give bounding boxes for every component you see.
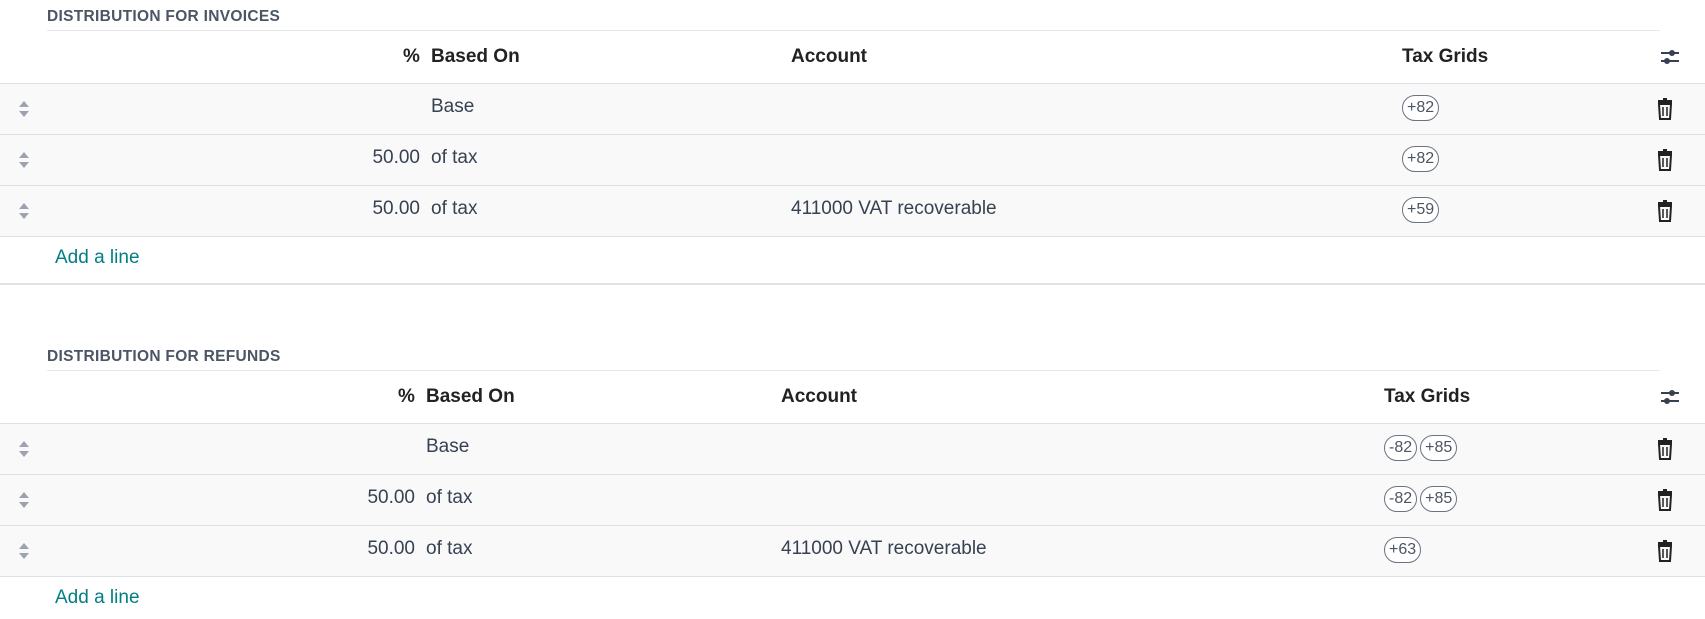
percent-cell[interactable]: 50.00 [275, 538, 415, 560]
header-percent[interactable]: % [403, 46, 420, 68]
tax-grid-tag: +82 [1402, 146, 1440, 172]
header-tax-grids[interactable]: Tax Grids [1384, 386, 1470, 408]
sort-handle-icon[interactable] [17, 540, 31, 562]
header-tax-grids[interactable]: Tax Grids [1402, 46, 1488, 68]
tax-grid-tag: -82 [1384, 486, 1418, 512]
section-bottom-divider [0, 283, 1705, 285]
trash-icon[interactable] [1655, 540, 1675, 562]
based-on-cell[interactable]: of tax [431, 198, 477, 220]
table-row[interactable]: Base -82 +85 [0, 424, 1705, 475]
optional-columns-icon[interactable] [1659, 46, 1681, 68]
header-based-on[interactable]: Based On [431, 46, 520, 68]
table-row[interactable]: 50.00 of tax +82 [0, 135, 1705, 186]
table-row[interactable]: 50.00 of tax 411000 VAT recoverable +59 [0, 186, 1705, 237]
header-percent[interactable]: % [398, 386, 415, 408]
header-account[interactable]: Account [791, 46, 867, 68]
trash-icon[interactable] [1655, 200, 1675, 222]
trash-icon[interactable] [1655, 489, 1675, 511]
tax-grid-tag: +59 [1402, 197, 1440, 223]
percent-cell[interactable]: 50.00 [280, 147, 420, 169]
tax-grids-cell[interactable]: -82 +85 [1384, 486, 1458, 512]
account-cell[interactable]: 411000 VAT recoverable [791, 198, 997, 220]
based-on-cell[interactable]: of tax [426, 538, 472, 560]
tax-grids-cell[interactable]: +63 [1384, 537, 1422, 563]
section-title: DISTRIBUTION FOR INVOICES [47, 8, 281, 25]
optional-columns-icon[interactable] [1659, 386, 1681, 408]
tax-grid-tag: -82 [1384, 435, 1418, 461]
section-divider [47, 370, 1660, 371]
header-based-on[interactable]: Based On [426, 386, 515, 408]
section-title: DISTRIBUTION FOR REFUNDS [47, 348, 281, 365]
account-cell[interactable]: 411000 VAT recoverable [781, 538, 987, 560]
percent-cell[interactable]: 50.00 [280, 198, 420, 220]
tax-grid-tag: +63 [1384, 537, 1422, 563]
table-row[interactable]: 50.00 of tax -82 +85 [0, 475, 1705, 526]
tax-grid-tag: +85 [1420, 486, 1458, 512]
trash-icon[interactable] [1655, 98, 1675, 120]
based-on-cell[interactable]: of tax [426, 487, 472, 509]
tax-grids-cell[interactable]: +82 [1402, 95, 1440, 121]
tax-grid-tag: +85 [1420, 435, 1458, 461]
table-header: % Based On Account Tax Grids [0, 378, 1705, 424]
add-line-link[interactable]: Add a line [55, 587, 140, 609]
sort-handle-icon[interactable] [17, 149, 31, 171]
trash-icon[interactable] [1655, 438, 1675, 460]
based-on-cell[interactable]: of tax [431, 147, 477, 169]
table-row[interactable]: 50.00 of tax 411000 VAT recoverable +63 [0, 526, 1705, 577]
tax-grids-cell[interactable]: +59 [1402, 197, 1440, 223]
table-header: % Based On Account Tax Grids [0, 38, 1705, 84]
tax-grids-cell[interactable]: -82 +85 [1384, 435, 1458, 461]
based-on-cell[interactable]: Base [431, 96, 474, 118]
tax-grid-tag: +82 [1402, 95, 1440, 121]
add-line-link[interactable]: Add a line [55, 247, 140, 269]
header-account[interactable]: Account [781, 386, 857, 408]
sort-handle-icon[interactable] [17, 489, 31, 511]
sort-handle-icon[interactable] [17, 98, 31, 120]
sort-handle-icon[interactable] [17, 200, 31, 222]
percent-cell[interactable]: 50.00 [275, 487, 415, 509]
tax-grids-cell[interactable]: +82 [1402, 146, 1440, 172]
section-divider [47, 30, 1660, 31]
based-on-cell[interactable]: Base [426, 436, 469, 458]
table-row[interactable]: Base +82 [0, 84, 1705, 135]
sort-handle-icon[interactable] [17, 438, 31, 460]
trash-icon[interactable] [1655, 149, 1675, 171]
